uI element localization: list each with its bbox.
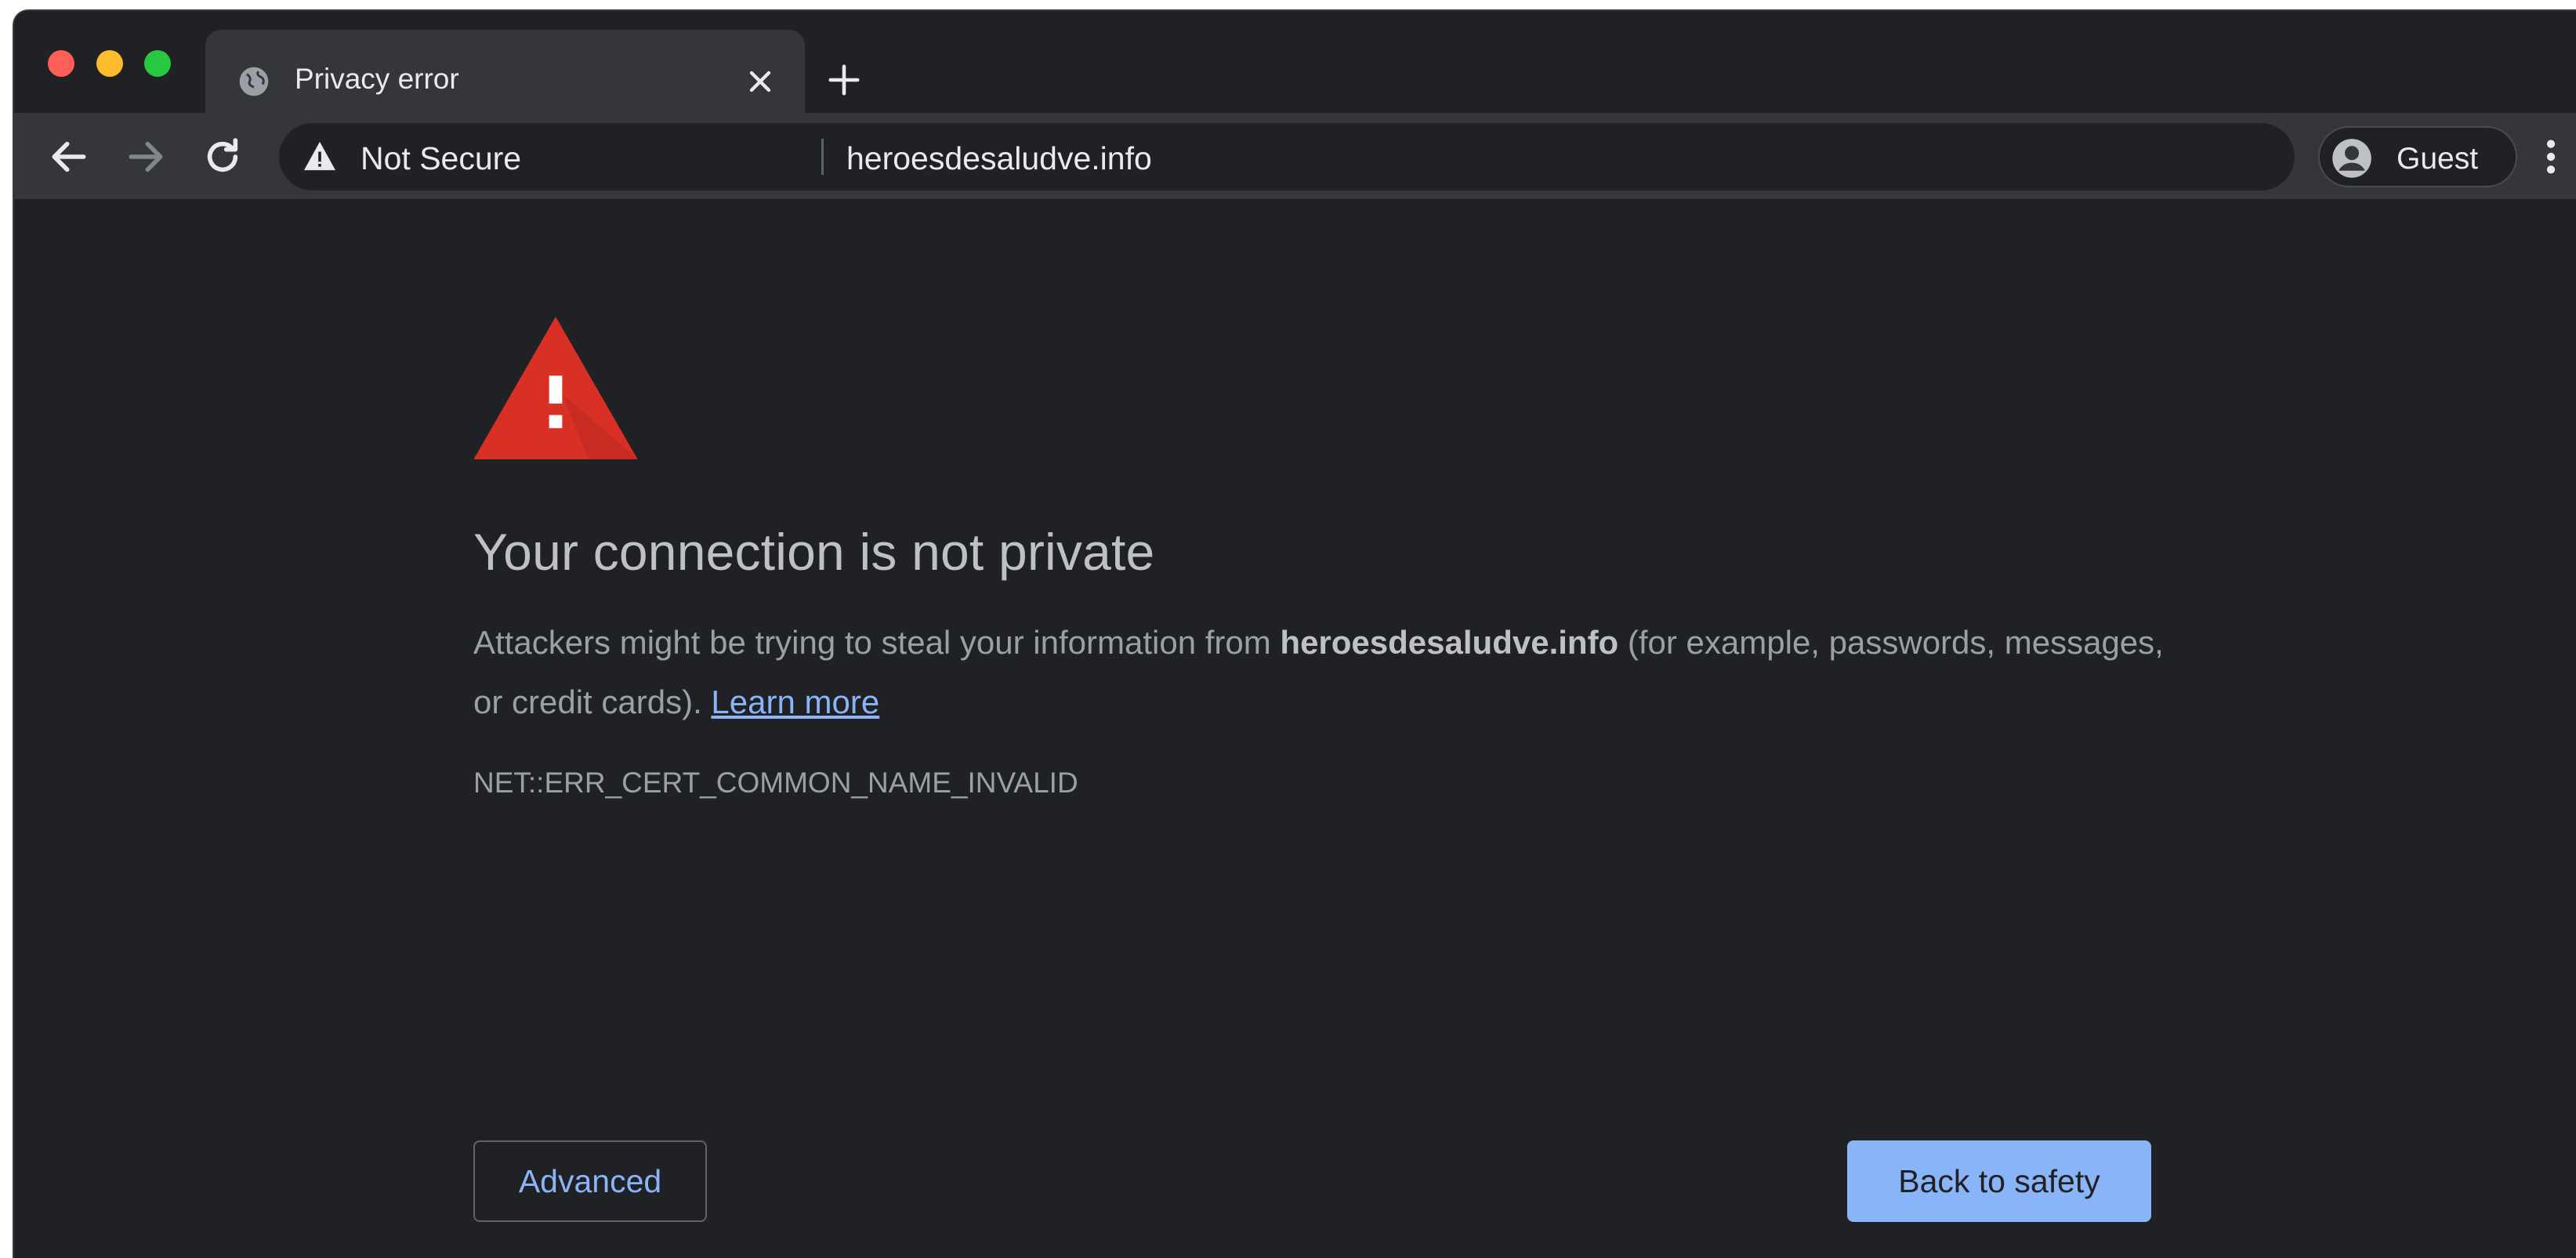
window-minimize-button[interactable] — [96, 50, 123, 77]
explanation-domain: heroesdesaludve.info — [1280, 624, 1619, 661]
error-code[interactable]: NET::ERR_CERT_COMMON_NAME_INVALID — [473, 767, 1078, 799]
back-to-safety-button[interactable]: Back to safety — [1847, 1140, 2151, 1222]
account-circle-icon — [2332, 139, 2371, 178]
interstitial-page: Your connection is not private Attackers… — [14, 201, 2576, 1258]
more-vert-icon[interactable] — [2539, 135, 2563, 179]
explanation-prefix: Attackers might be trying to steal your … — [473, 624, 1281, 661]
browser-window: Privacy error Not Secure heroesdesaludve… — [14, 11, 2576, 1258]
advanced-button[interactable]: Advanced — [473, 1140, 707, 1222]
url-text[interactable]: heroesdesaludve.info — [846, 140, 1152, 177]
security-status-label[interactable]: Not Secure — [360, 140, 521, 177]
toolbar: Not Secure heroesdesaludve.info Guest — [14, 113, 2576, 201]
error-explanation: Attackers might be trying to steal your … — [473, 613, 2182, 732]
globe-icon — [239, 67, 269, 96]
profile-button[interactable]: Guest — [2318, 126, 2517, 187]
arrow-left-icon[interactable] — [47, 135, 91, 179]
address-divider — [821, 139, 824, 175]
tab-privacy-error[interactable]: Privacy error — [205, 30, 805, 113]
learn-more-link[interactable]: Learn more — [711, 683, 879, 720]
tab-strip: Privacy error — [14, 11, 2576, 113]
window-zoom-button[interactable] — [144, 50, 171, 77]
profile-label: Guest — [2397, 142, 2479, 176]
close-icon[interactable] — [743, 64, 777, 99]
warning-triangle-icon[interactable] — [303, 140, 337, 172]
address-bar[interactable]: Not Secure heroesdesaludve.info — [279, 123, 2295, 190]
plus-icon[interactable] — [826, 62, 862, 98]
arrow-right-icon[interactable] — [124, 135, 168, 179]
tab-title: Privacy error — [295, 63, 459, 95]
reload-icon[interactable] — [201, 135, 245, 179]
red-warning-triangle-icon — [473, 317, 638, 459]
window-close-button[interactable] — [48, 50, 74, 77]
page-title: Your connection is not private — [473, 523, 1155, 581]
